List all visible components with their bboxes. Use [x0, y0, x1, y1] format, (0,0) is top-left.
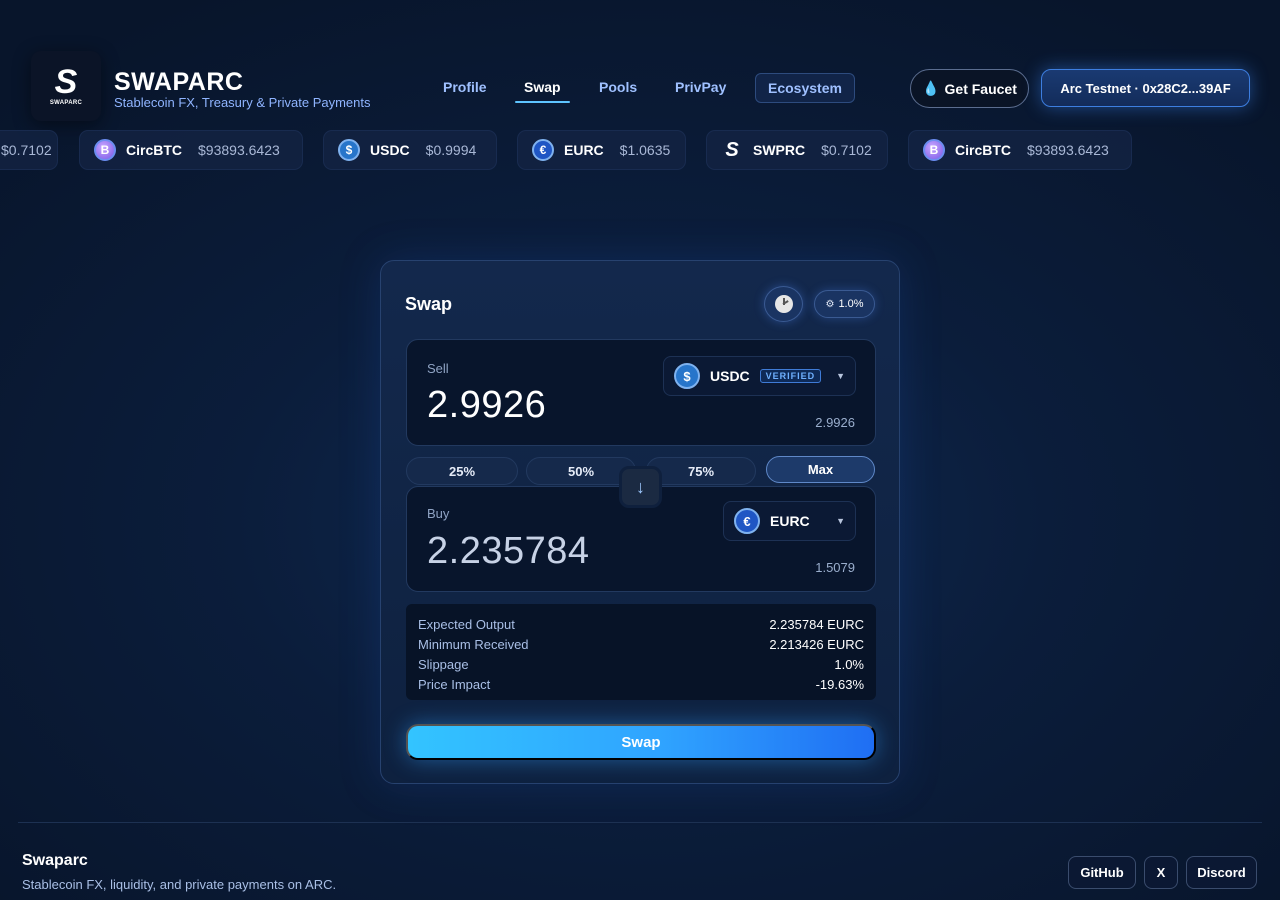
brand-logo[interactable]: S SWAPARC [31, 51, 101, 121]
discord-link[interactable]: Discord [1186, 856, 1257, 889]
buy-token-name: EURC [770, 513, 810, 529]
footer-brand: Swaparc [22, 852, 88, 869]
detail-value: 1.0% [834, 656, 864, 672]
nav-pools[interactable]: Pools [599, 73, 637, 103]
ticker-item: B CircBTC $93893.6423 [79, 130, 303, 170]
price-ticker: $0.7102 B CircBTC $93893.6423 $ USDC $0.… [0, 130, 1280, 170]
clock-icon [774, 295, 793, 313]
footer-tagline: Stablecoin FX, liquidity, and private pa… [22, 877, 337, 892]
circbtc-token-icon: B [923, 139, 945, 161]
ticker-price: $1.0635 [619, 142, 671, 158]
max-button[interactable]: Max [766, 456, 875, 483]
swap-card-title: Swap [405, 294, 453, 314]
sell-token-name: USDC [710, 368, 750, 384]
nav-profile[interactable]: Profile [443, 73, 487, 103]
footer-divider [18, 822, 1262, 823]
detail-row: Price Impact -19.63% [418, 674, 864, 694]
chevron-down-icon: ▼ [836, 516, 845, 526]
ticker-item: $0.7102 [0, 130, 58, 170]
ticker-symbol: CircBTC [126, 142, 183, 158]
usdc-token-icon: $ [674, 363, 700, 389]
get-faucet-label: Get Faucet [944, 80, 1017, 97]
detail-row: Slippage 1.0% [418, 654, 864, 674]
eurc-token-icon: € [532, 139, 554, 161]
nav-ecosystem[interactable]: Ecosystem [755, 73, 855, 103]
swprc-token-icon: S [725, 138, 739, 161]
detail-label: Expected Output [418, 616, 515, 632]
brand-title: SWAPARC [114, 68, 244, 96]
gear-icon: ⚙ [825, 298, 835, 310]
sell-balance: 2.9926 [815, 415, 855, 430]
percent-25-button[interactable]: 25% [406, 457, 518, 485]
slippage-settings-button[interactable]: ⚙ 1.0% [814, 290, 875, 318]
detail-label: Slippage [418, 656, 469, 672]
swap-card: Swap ⚙ 1.0% Sell 2.9926 $ USDC VERIFIED … [380, 260, 900, 784]
chevron-down-icon: ▼ [836, 371, 845, 381]
buy-amount-output: 2.235784 [427, 530, 590, 572]
detail-value: 2.213426 EURC [769, 636, 864, 652]
circbtc-token-icon: B [94, 139, 116, 161]
ticker-price: $93893.6423 [1027, 142, 1109, 158]
sell-label: Sell [427, 361, 449, 376]
ticker-item: € EURC $1.0635 [517, 130, 686, 170]
nav-swap[interactable]: Swap [515, 73, 570, 103]
detail-value: 2.235784 EURC [769, 616, 864, 632]
nav-privpay[interactable]: PrivPay [675, 73, 726, 103]
detail-row: Minimum Received 2.213426 EURC [418, 634, 864, 654]
swap-details: Expected Output 2.235784 EURC Minimum Re… [406, 604, 876, 700]
water-drop-icon: 💧 [922, 80, 940, 96]
buy-balance: 1.5079 [815, 560, 855, 575]
arrow-down-icon: ↓ [636, 476, 645, 497]
logo-letter: S [54, 62, 78, 101]
eurc-token-icon: € [734, 508, 760, 534]
detail-label: Minimum Received [418, 636, 529, 652]
logo-wordmark: SWAPARC [49, 99, 83, 106]
github-link[interactable]: GitHub [1068, 856, 1136, 889]
sell-amount-input[interactable]: 2.9926 [427, 384, 546, 427]
x-link[interactable]: X [1144, 856, 1178, 889]
ticker-price: $0.7102 [821, 142, 872, 158]
history-button[interactable] [764, 286, 803, 322]
flip-direction-button[interactable]: ↓ [619, 466, 662, 508]
ticker-item: $ USDC $0.9994 [323, 130, 497, 170]
wallet-address-label: Arc Testnet · 0x28C2...39AF [1060, 80, 1231, 96]
ticker-symbol: CircBTC [955, 142, 1012, 158]
ticker-symbol: USDC [370, 142, 410, 158]
ticker-symbol: EURC [564, 142, 604, 158]
brand-subtitle: Stablecoin FX, Treasury & Private Paymen… [114, 95, 371, 110]
ticker-symbol: SWPRC [753, 142, 806, 158]
detail-value: -19.63% [815, 676, 864, 692]
ticker-price: $93893.6423 [198, 142, 280, 158]
get-faucet-button[interactable]: 💧 Get Faucet [910, 69, 1029, 108]
ticker-item: B CircBTC $93893.6423 [908, 130, 1132, 170]
slippage-value: 1.0% [838, 298, 864, 310]
verified-badge: VERIFIED [759, 369, 822, 383]
percent-75-button[interactable]: 75% [646, 457, 756, 485]
detail-label: Price Impact [418, 676, 491, 692]
ticker-price: $0.9994 [425, 142, 477, 158]
buy-label: Buy [427, 506, 450, 521]
ticker-price: $0.7102 [1, 142, 52, 158]
buy-token-selector[interactable]: € EURC ▼ [723, 501, 856, 541]
sell-token-selector[interactable]: $ USDC VERIFIED ▼ [663, 356, 856, 396]
usdc-token-icon: $ [338, 139, 360, 161]
wallet-network-button[interactable]: Arc Testnet · 0x28C2...39AF [1041, 69, 1250, 107]
detail-row: Expected Output 2.235784 EURC [418, 614, 864, 634]
ticker-item: S SWPRC $0.7102 [706, 130, 888, 170]
swap-submit-button[interactable]: Swap [406, 724, 876, 760]
sell-panel: Sell 2.9926 $ USDC VERIFIED ▼ 2.9926 [406, 339, 876, 446]
